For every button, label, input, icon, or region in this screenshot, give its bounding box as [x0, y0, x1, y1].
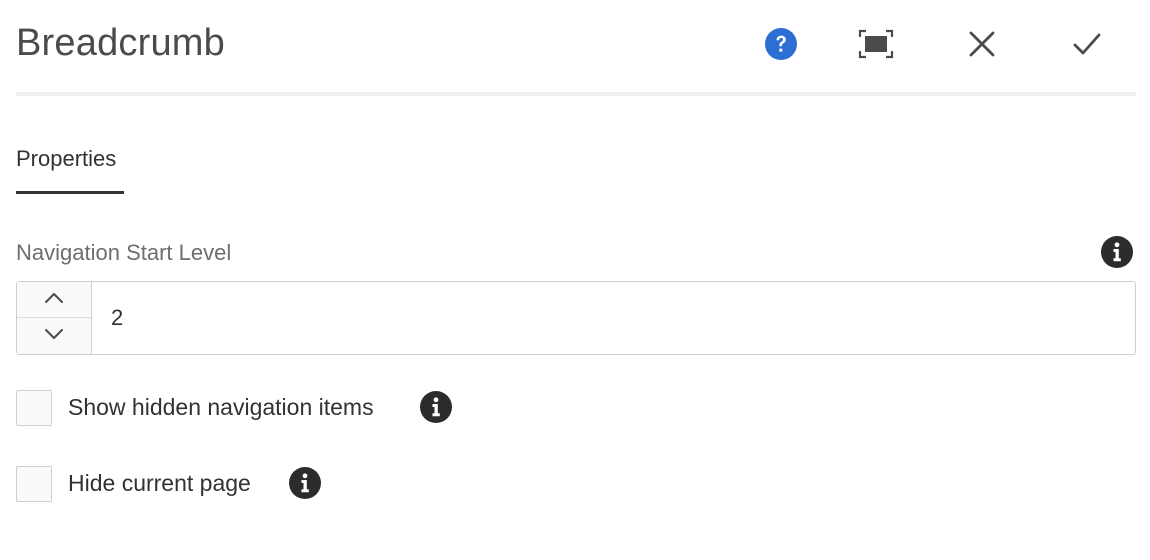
tab-properties[interactable]: Properties: [16, 138, 124, 194]
increment-button[interactable]: [17, 282, 91, 318]
chevron-up-icon: [44, 291, 64, 309]
done-button[interactable]: [1065, 24, 1109, 68]
checkmark-icon: [1072, 31, 1102, 62]
fullscreen-icon: [858, 29, 894, 64]
help-button[interactable]: [759, 24, 803, 68]
close-button[interactable]: [960, 24, 1004, 68]
tab-list: Properties: [16, 138, 1136, 198]
dialog-header: Breadcrumb: [16, 0, 1136, 96]
hide-current-page-checkbox[interactable]: [16, 466, 52, 502]
navigation-start-level-label: Navigation Start Level: [16, 240, 232, 265]
info-icon[interactable]: [289, 467, 321, 499]
tab-selected-indicator: [16, 191, 124, 194]
navigation-start-level-stepper: [16, 281, 1141, 355]
navigation-start-level-input[interactable]: [93, 282, 1141, 354]
show-hidden-items-label[interactable]: Show hidden navigation items: [68, 394, 374, 421]
stepper-buttons: [17, 282, 92, 354]
show-hidden-items-checkbox[interactable]: [16, 390, 52, 426]
help-icon: [764, 27, 798, 66]
dialog-title: Breadcrumb: [16, 22, 225, 64]
decrement-button[interactable]: [17, 318, 91, 354]
fullscreen-button[interactable]: [854, 24, 898, 68]
info-icon[interactable]: [1101, 236, 1133, 268]
chevron-down-icon: [44, 327, 64, 345]
tab-label: Properties: [16, 146, 117, 171]
info-icon[interactable]: [420, 391, 452, 423]
close-icon: [969, 31, 995, 62]
hide-current-page-label[interactable]: Hide current page: [68, 470, 251, 497]
